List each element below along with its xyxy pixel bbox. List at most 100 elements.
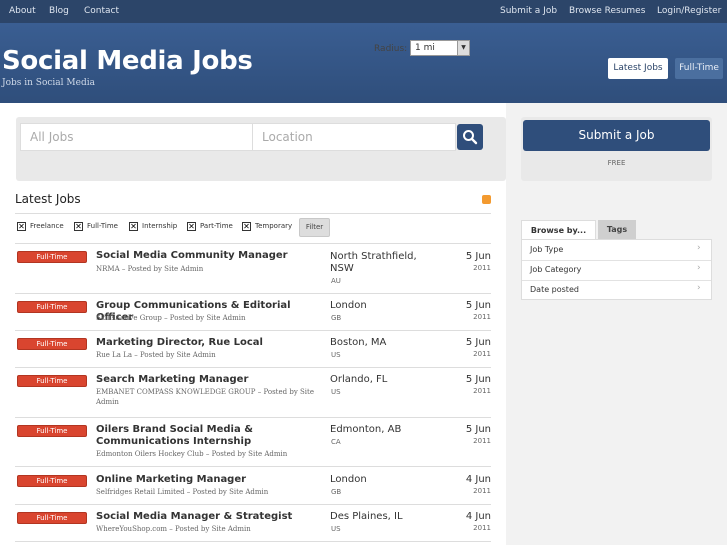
job-year: 2011 [473,437,491,445]
job-location: Des Plaines, IL [330,511,403,522]
job-title[interactable]: Search Marketing Manager [96,374,326,386]
jobs-search-input[interactable]: All Jobs [20,123,252,151]
browse-item-label: Job Type [530,245,564,254]
job-date: 5 Jun [465,337,491,348]
job-title[interactable]: Marketing Director, Rue Local [96,337,326,349]
site-header: Social Media Jobs Jobs in Social Media L… [0,23,727,103]
divider [522,260,711,261]
job-location: Edmonton, AB [330,424,402,435]
checkbox-temporary[interactable]: ✕ [242,222,251,231]
nav-link-submit-job[interactable]: Submit a Job [500,6,557,16]
job-location: Boston, MA [330,337,387,348]
divider [15,213,491,214]
job-location: North Strathfield, NSW [330,251,417,274]
checkbox-full-time[interactable]: ✕ [74,222,83,231]
free-label: FREE [607,159,626,167]
job-title[interactable]: Online Marketing Manager [96,474,326,486]
job-date: 4 Jun [465,474,491,485]
radius-label: Radius: [374,44,408,54]
job-meta: WhereYouShop.com – Posted by Site Admin [96,525,251,533]
poster-link[interactable]: Site Admin [164,265,203,273]
poster-link[interactable]: Site Admin [212,525,251,533]
poster-link[interactable]: Site Admin [229,488,268,496]
chevron-right-icon: › [697,263,701,273]
job-country: CA [331,438,341,446]
full-time-button[interactable]: Full-Time [675,58,723,79]
job-country: US [331,525,341,533]
nav-link-contact[interactable]: Contact [84,6,119,16]
filter-label-freelance: Freelance [30,222,64,230]
poster-link[interactable]: Site Admin [177,351,216,359]
site-tagline: Jobs in Social Media [2,78,95,88]
filter-label-internship: Internship [142,222,178,230]
job-meta: Rue La La – Posted by Site Admin [96,351,216,359]
job-country: GB [331,488,342,496]
job-title[interactable]: Oilers Brand Social Media & Communicatio… [96,424,296,448]
poster-link[interactable]: Site Admin [248,450,287,458]
divider [15,367,491,368]
tab-browse-by[interactable]: Browse by... [521,220,596,239]
radius-select[interactable]: 1 mi ▼ [410,40,470,56]
chevron-down-icon: ▼ [457,41,469,55]
nav-link-login-register[interactable]: Login/Register [657,6,721,16]
radius-value: 1 mi [415,43,435,53]
nav-link-browse-resumes[interactable]: Browse Resumes [569,6,645,16]
tab-tags[interactable]: Tags [598,220,636,239]
job-type-badge: Full-Time [17,375,87,387]
job-title[interactable]: Social Media Community Manager [96,250,326,262]
job-year: 2011 [473,487,491,495]
job-location: Orlando, FL [330,374,388,385]
latest-jobs-button[interactable]: Latest Jobs [608,58,668,79]
job-date: 5 Jun [465,424,491,435]
divider [15,417,491,418]
job-meta: NRMA – Posted by Site Admin [96,265,204,273]
job-country: US [331,351,341,359]
nav-link-about[interactable]: About [9,6,36,16]
job-year: 2011 [473,387,491,395]
search-button[interactable] [457,124,483,150]
browse-item-label: Date posted [530,285,579,294]
filter-label-temporary: Temporary [255,222,293,230]
site-title[interactable]: Social Media Jobs [2,46,253,76]
job-meta: EMBANET COMPASS KNOWLEDGE GROUP – Posted… [96,388,315,406]
job-country: GB [331,314,342,322]
job-year: 2011 [473,524,491,532]
job-year: 2011 [473,350,491,358]
divider [15,243,491,244]
submit-job-button[interactable]: Submit a Job [523,120,710,151]
filter-label-part-time: Part-Time [200,222,233,230]
browse-list: Job Type › Job Category › Date posted › [521,239,712,300]
job-date: 5 Jun [465,251,491,262]
job-location: London [330,300,367,311]
location-input[interactable]: Location [252,123,456,151]
job-year: 2011 [473,264,491,272]
checkbox-part-time[interactable]: ✕ [187,222,196,231]
checkbox-freelance[interactable]: ✕ [17,222,26,231]
search-box: All Jobs Location [16,117,506,181]
job-location: London [330,474,367,485]
job-title[interactable]: Social Media Manager & Strategist [96,511,326,523]
top-nav-bar: About Blog Contact Submit a Job Browse R… [0,0,727,23]
job-date: 5 Jun [465,374,491,385]
browse-item-label: Job Category [530,265,582,274]
job-type-badge: Full-Time [17,251,87,263]
job-country: AU [331,277,341,285]
poster-link[interactable]: Site Admin [206,314,245,322]
divider [15,330,491,331]
chevron-right-icon: › [697,283,701,293]
nav-link-blog[interactable]: Blog [49,6,69,16]
divider [522,280,711,281]
job-date: 5 Jun [465,300,491,311]
job-type-badge: Full-Time [17,475,87,487]
job-type-badge: Full-Time [17,301,87,313]
search-icon [463,130,478,145]
job-meta: Selfridges Retail Limited – Posted by Si… [96,488,269,496]
rss-icon[interactable] [482,195,491,204]
divider [15,293,491,294]
job-type-badge: Full-Time [17,425,87,437]
job-type-badge: Full-Time [17,512,87,524]
job-meta: SkillsActive Group – Posted by Site Admi… [96,314,246,322]
checkbox-internship[interactable]: ✕ [129,222,138,231]
filter-button[interactable]: Filter [299,218,330,237]
latest-jobs-heading: Latest Jobs [15,192,81,206]
